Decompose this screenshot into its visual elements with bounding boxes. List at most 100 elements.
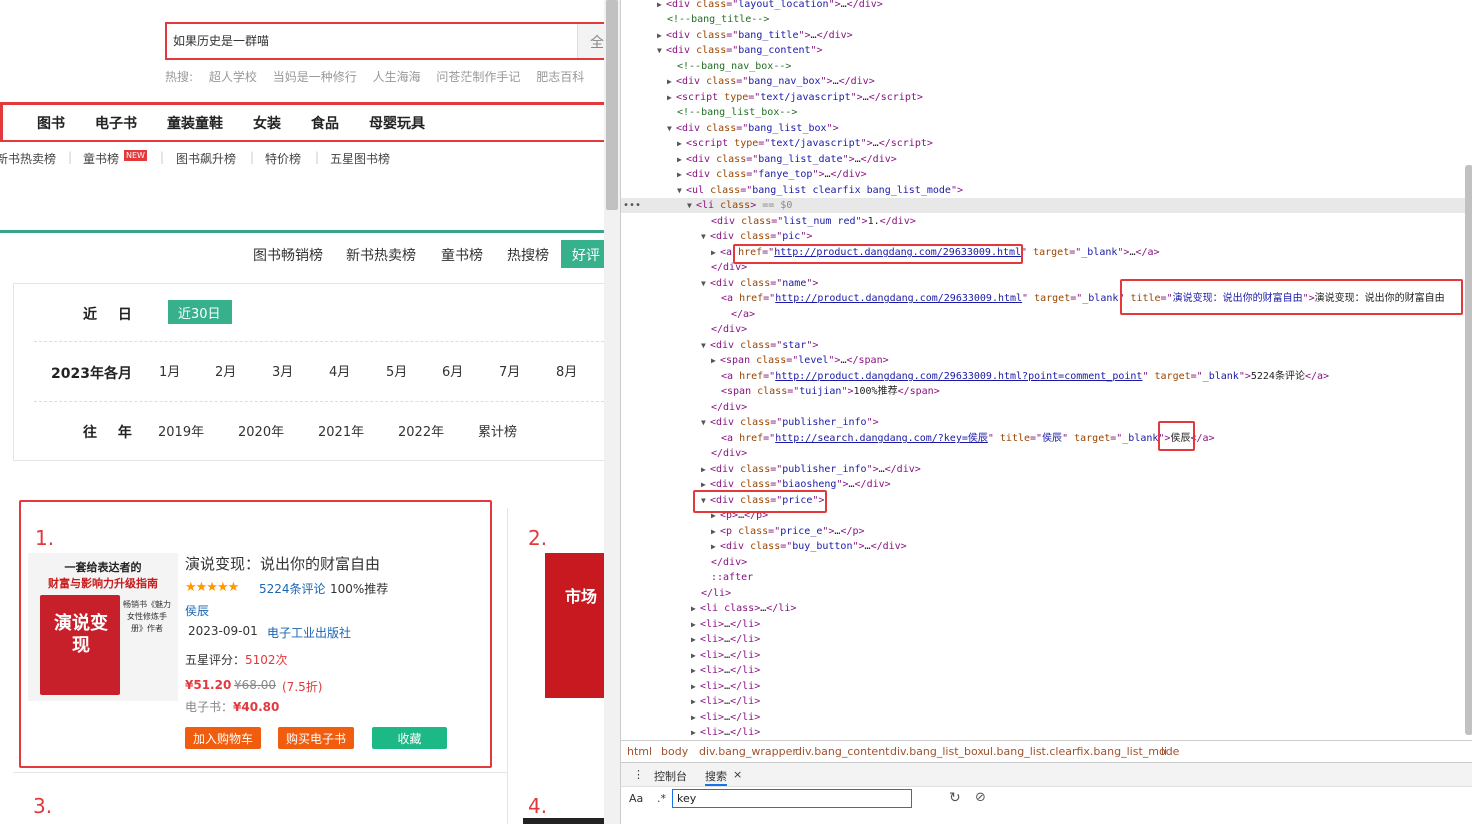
dom-node[interactable]: <a href="http://search.dangdang.com/?key… [621,431,1465,446]
year-item[interactable]: 2019年 [158,421,204,440]
dom-node[interactable]: ▶ <div class="bang_nav_box">…</div> [621,74,1465,89]
book-publisher[interactable]: 电子工业出版社 [267,624,351,641]
dom-node[interactable]: ▶ <script type="text/javascript">…</scrip… [621,136,1465,151]
favorite-button[interactable]: 收藏 [372,727,447,749]
hot-item[interactable]: 超人学校 [209,70,257,84]
dom-close-tag[interactable]: </li> [621,586,1465,601]
year-item-all[interactable]: 累计榜 [478,421,517,440]
dom-node[interactable]: ▼ <div class="publisher_info"> [621,415,1465,430]
book-author[interactable]: 侯辰 [185,602,209,619]
match-case-icon[interactable]: Aa [629,792,643,805]
dom-node[interactable]: ▶ <li>…</li> [621,663,1465,678]
hot-item[interactable]: 人生海海 [373,70,421,84]
regex-icon[interactable]: .* [657,792,666,805]
year-item[interactable]: 2022年 [398,421,444,440]
subnav-special[interactable]: 特价榜 [265,150,301,167]
dom-node[interactable]: ▶ <span class="level">…</span> [621,353,1465,368]
dom-node[interactable]: ▶ <script type="text/javascript">…</scrip… [621,90,1465,105]
dom-node[interactable]: ▶ <li>…</li> [621,617,1465,632]
dom-comment[interactable]: <!--bang_list_box--> [621,105,1465,120]
dom-node-selected[interactable]: ••• ▼ <li class> == $0 [621,198,1465,214]
subnav-kids[interactable]: 童书榜 [83,150,119,167]
comment-count[interactable]: 5224条评论 [259,580,326,597]
dom-close-tag[interactable]: </div> [621,400,1465,415]
dom-node[interactable]: ▶ <li>…</li> [621,725,1465,740]
breadcrumb-item[interactable]: ul.bang_list.clearfix.bang_list_mode [983,745,1179,758]
book-cover[interactable]: 一套给表达者的 财富与影响力升级指南 演说变现 畅销书《魅力女性修炼手册》作者 [28,553,178,701]
dom-node[interactable]: ▶ <div class="bang_title">…</div> [621,28,1465,43]
hot-item[interactable]: 问苍茫制作手记 [436,70,520,84]
dom-node[interactable]: ▶ <li>…</li> [621,648,1465,663]
breadcrumb-item[interactable]: div.bang_list_box [890,745,984,758]
page-scrollbar[interactable] [604,0,620,824]
month-item[interactable]: 6月 [442,361,463,380]
dom-node[interactable]: ▼ <div class="bang_list_box"> [621,121,1465,136]
tab-bestseller[interactable]: 图书畅销榜 [253,245,323,265]
subnav-rising[interactable]: 图书飙升榜 [176,150,236,167]
month-item[interactable]: 5月 [386,361,407,380]
tab-kids[interactable]: 童书榜 [441,245,483,265]
dom-node[interactable]: ▼ <ul class="bang_list clearfix bang_list… [621,183,1465,198]
month-item[interactable]: 1月 [159,361,180,380]
hot-item[interactable]: 当妈是一种修行 [273,70,357,84]
book-title[interactable]: 演说变现：说出你的财富自由 [185,553,380,574]
nav-item-women[interactable]: 女装 [253,113,281,133]
tab-search[interactable]: 搜索 [705,768,727,786]
dom-node[interactable]: ▶ <li>…</li> [621,679,1465,694]
refresh-icon[interactable]: ↻ [949,790,961,806]
tab-new-books[interactable]: 新书热卖榜 [346,245,416,265]
dom-node[interactable]: ▶ <li>…</li> [621,694,1465,709]
drawer-menu-icon[interactable]: ⋮ [633,768,644,781]
nav-item-ebooks[interactable]: 电子书 [95,113,137,133]
dom-close-tag[interactable]: </div> [621,555,1465,570]
dom-node[interactable]: <div class="list_num red">1.</div> [621,214,1465,229]
month-item[interactable]: 7月 [499,361,520,380]
dom-node[interactable]: ▶ <li>…</li> [621,710,1465,725]
devtools-search-input[interactable] [672,789,912,808]
nav-item-kids-clothing[interactable]: 童装童鞋 [167,113,223,133]
breadcrumb-item[interactable]: div.bang_content [795,745,889,758]
dom-node[interactable]: <a href="http://product.dangdang.com/296… [621,369,1465,384]
dom-pseudo[interactable]: ::after [621,570,1465,585]
nav-item-baby[interactable]: 母婴玩具 [369,113,425,133]
dom-node[interactable]: ▶ <div class="publisher_info">…</div> [621,462,1465,477]
year-item[interactable]: 2021年 [318,421,364,440]
nav-item-food[interactable]: 食品 [311,113,339,133]
dom-close-tag[interactable]: </div> [621,446,1465,461]
breadcrumb-item[interactable]: html [627,745,652,758]
filter-30days[interactable]: 近30日 [168,300,232,324]
year-item[interactable]: 2020年 [238,421,284,440]
search-input[interactable] [173,33,553,47]
dom-close-tag[interactable]: </div> [621,322,1465,337]
dom-node[interactable]: ▶ <p class="price_e">…</p> [621,524,1465,539]
nav-item-books[interactable]: 图书 [37,113,65,133]
scrollbar-thumb[interactable] [606,0,618,210]
dom-node[interactable]: ▶ <div class="buy_button">…</div> [621,539,1465,554]
dom-node[interactable]: ▼ <div class="star"> [621,338,1465,353]
month-item[interactable]: 3月 [272,361,293,380]
add-to-cart-button[interactable]: 加入购物车 [185,727,261,749]
devtools-scrollbar[interactable] [1465,165,1472,735]
dom-node[interactable]: ▼ <div class="bang_content"> [621,43,1465,58]
subnav-five-star[interactable]: 五星图书榜 [330,150,390,167]
book-cover[interactable] [523,818,604,824]
hot-item[interactable]: 肥志百科 [536,70,584,84]
book-cover[interactable]: 市场 [545,553,604,698]
dom-comment[interactable]: <!--bang_title--> [621,12,1465,27]
dom-node[interactable]: ▶ <div class="bang_list_date">…</div> [621,152,1465,167]
month-item[interactable]: 8月 [556,361,577,380]
tab-good-reviews[interactable]: 好评 [561,240,604,268]
clear-icon[interactable]: ⊘ [975,790,986,805]
dom-node[interactable]: ▼ <div class="pic"> [621,229,1465,244]
month-item[interactable]: 2月 [215,361,236,380]
subnav-new-books[interactable]: 新书热卖榜 [0,150,56,167]
dom-node[interactable]: <span class="tuijian">100%推荐</span> [621,384,1465,399]
breadcrumb-item[interactable]: body [661,745,688,758]
month-item[interactable]: 4月 [329,361,350,380]
dom-node[interactable]: ▶ <div class="fanye_top">…</div> [621,167,1465,182]
more-icon[interactable]: ••• [623,198,641,213]
dom-node[interactable]: ▶ <li class>…</li> [621,601,1465,616]
dom-comment[interactable]: <!--bang_nav_box--> [621,59,1465,74]
tab-hot-search[interactable]: 热搜榜 [507,245,549,265]
search-button[interactable]: 全 [577,24,604,58]
